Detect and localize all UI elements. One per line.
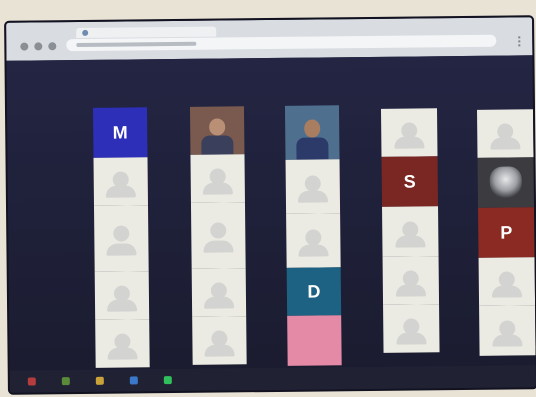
- reload-icon[interactable]: [48, 42, 57, 51]
- person-body: [394, 136, 425, 149]
- participant-initial: P: [500, 221, 513, 243]
- participant-column: P: [477, 109, 536, 356]
- participant-video: [201, 135, 234, 155]
- participant-avatar-tile[interactable]: [477, 157, 535, 208]
- globe-icon: [82, 29, 89, 36]
- person-icon: [305, 229, 322, 246]
- participant-tile[interactable]: [191, 268, 247, 317]
- address-text: [76, 41, 197, 48]
- participant-tile[interactable]: [382, 206, 439, 257]
- app-icon[interactable]: [129, 376, 138, 385]
- person-body: [105, 185, 136, 198]
- person-icon: [113, 225, 130, 242]
- person-body: [395, 235, 426, 248]
- person-icon: [210, 222, 227, 239]
- participant-initial: D: [307, 280, 321, 302]
- participant-tile[interactable]: [93, 157, 148, 206]
- app-icon[interactable]: [163, 376, 172, 385]
- app-icon[interactable]: [61, 377, 70, 386]
- meeting-grid: M D S P: [6, 55, 536, 371]
- participant-tile[interactable]: [479, 305, 536, 356]
- forward-icon[interactable]: [34, 42, 43, 51]
- participant-tile[interactable]: [477, 109, 534, 158]
- participant-tile[interactable]: [93, 205, 149, 272]
- kebab-menu-icon[interactable]: [518, 36, 525, 47]
- participant-tile[interactable]: [95, 319, 150, 368]
- participant-video: [296, 137, 329, 160]
- participant-tile[interactable]: [94, 271, 150, 320]
- monitor-screen: M D S P: [6, 17, 536, 393]
- participant-tile[interactable]: [190, 202, 246, 269]
- participant-face: [303, 118, 321, 139]
- participant-column: [189, 106, 247, 365]
- person-body: [203, 240, 234, 253]
- wolf-avatar-icon: [489, 166, 522, 199]
- participant-video-tile[interactable]: [284, 105, 340, 160]
- participant-column: S: [380, 108, 440, 353]
- participant-color-tile[interactable]: [287, 315, 342, 366]
- participant-tile[interactable]: [383, 304, 440, 353]
- browser-bar: [6, 17, 533, 61]
- browser-tab[interactable]: [76, 26, 217, 39]
- person-body: [107, 347, 138, 360]
- person-body: [490, 137, 521, 150]
- person-body: [491, 285, 522, 298]
- participant-tile[interactable]: [192, 316, 247, 365]
- participant-column: M: [92, 107, 150, 368]
- person-body: [204, 344, 235, 357]
- participant-tile[interactable]: [190, 154, 245, 203]
- person-body: [492, 334, 523, 347]
- participant-initial-tile[interactable]: S: [381, 156, 439, 207]
- person-body: [395, 284, 426, 297]
- participant-face: [208, 118, 226, 136]
- participant-initial-tile[interactable]: M: [92, 107, 148, 158]
- person-body: [297, 190, 328, 204]
- person-body: [202, 182, 233, 195]
- start-icon[interactable]: [27, 377, 36, 386]
- participant-initial: M: [112, 121, 128, 143]
- person-body: [203, 296, 235, 309]
- participant-tile[interactable]: [286, 213, 341, 268]
- participant-video-tile[interactable]: [189, 106, 245, 155]
- participant-tile[interactable]: [382, 256, 440, 305]
- participant-initial-tile[interactable]: P: [478, 207, 535, 258]
- app-icon[interactable]: [95, 376, 104, 385]
- participant-initial: S: [403, 170, 416, 192]
- person-body: [106, 243, 137, 256]
- person-body: [396, 332, 427, 345]
- person-icon: [304, 175, 321, 192]
- participant-tile[interactable]: [380, 108, 438, 157]
- back-icon[interactable]: [20, 42, 29, 51]
- participant-column: D: [284, 105, 342, 366]
- taskbar: [9, 365, 536, 393]
- person-body: [298, 244, 329, 258]
- participant-tile[interactable]: [285, 159, 341, 214]
- participant-tile[interactable]: [478, 257, 536, 306]
- participant-initial-tile[interactable]: D: [286, 267, 342, 316]
- person-body: [106, 299, 138, 312]
